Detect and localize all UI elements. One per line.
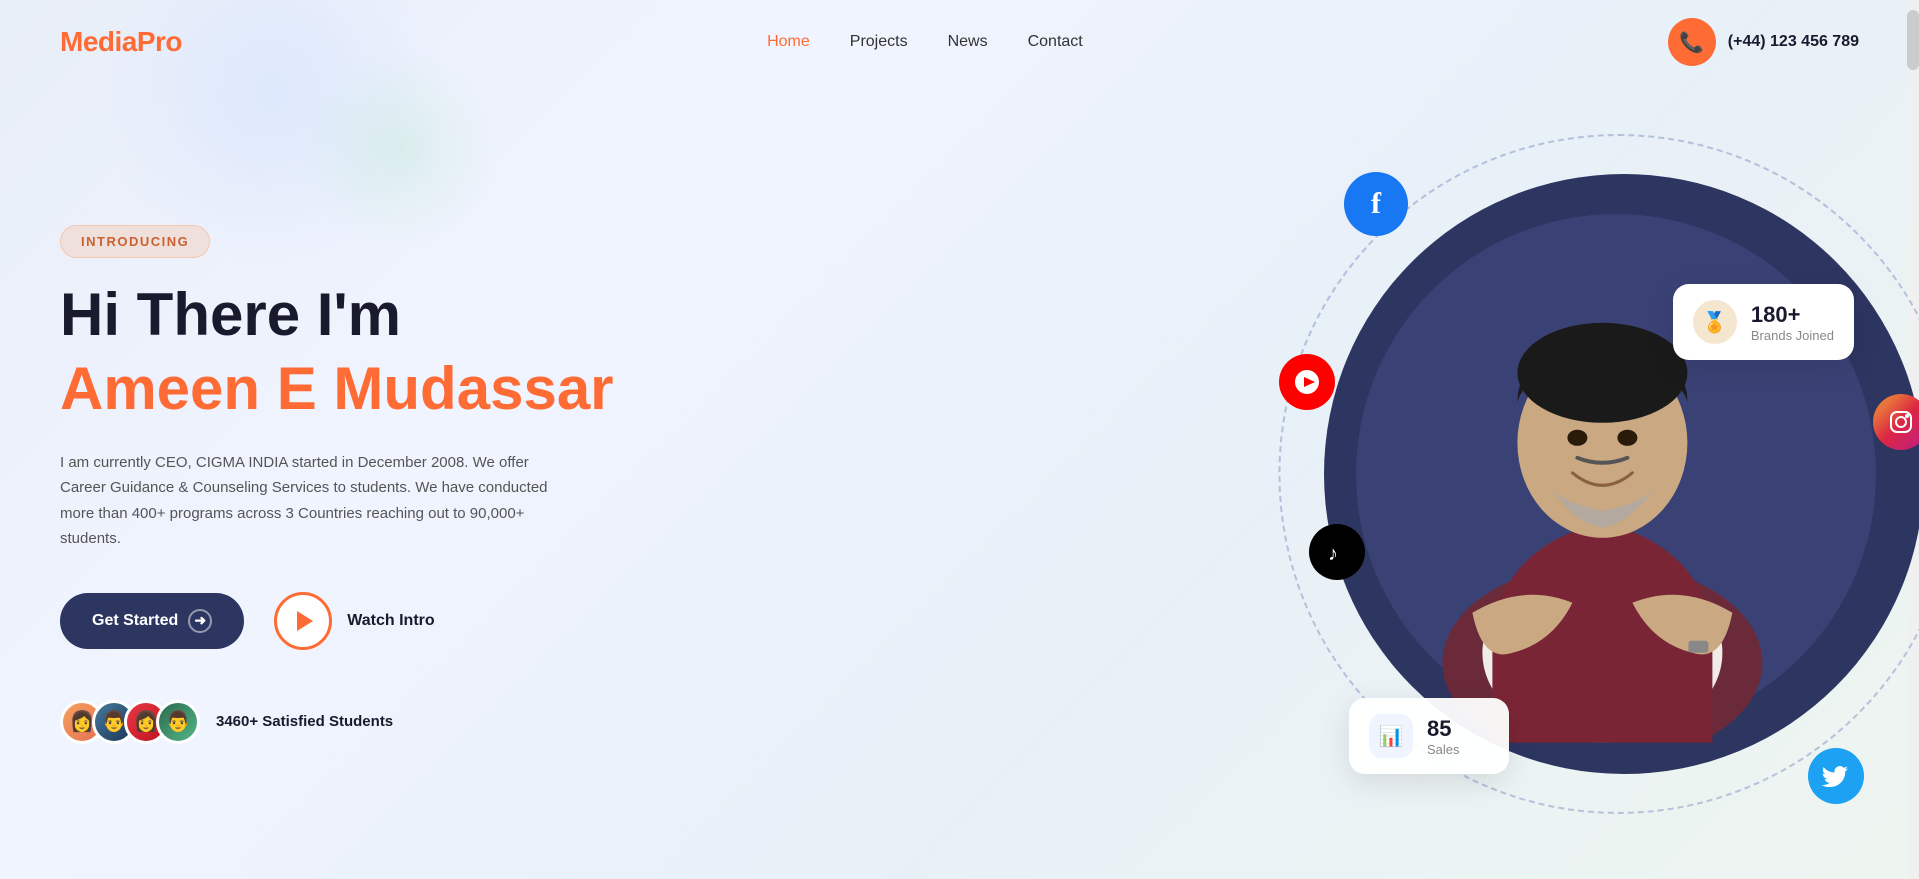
- nav-item-home[interactable]: Home: [767, 33, 810, 51]
- watch-intro-button[interactable]: Watch Intro: [274, 592, 434, 650]
- phone-icon: 📞: [1668, 18, 1716, 66]
- satisfied-students: 👩 👨 👩 👨 3460+ Satisfied Students: [60, 700, 760, 744]
- nav-link-news[interactable]: News: [948, 33, 988, 50]
- logo[interactable]: MediaPro: [60, 26, 182, 58]
- hero-name: Ameen E Mudassar: [60, 356, 760, 422]
- svg-text:♪: ♪: [1328, 543, 1338, 565]
- students-count: 3460+ Satisfied Students: [216, 713, 393, 730]
- tiktok-icon[interactable]: ♪: [1309, 524, 1365, 580]
- play-triangle-icon: [297, 611, 313, 631]
- sales-card: 📊 85 Sales: [1349, 698, 1509, 774]
- hero-buttons: Get Started ➜ Watch Intro: [60, 592, 760, 650]
- brands-card-icon: 🏅: [1693, 300, 1737, 344]
- nav-link-contact[interactable]: Contact: [1028, 33, 1083, 50]
- phone-number: (+44) 123 456 789: [1728, 33, 1859, 51]
- person-image: [1362, 183, 1842, 743]
- phone-section: 📞 (+44) 123 456 789: [1668, 18, 1859, 66]
- sales-card-content: 85 Sales: [1427, 716, 1460, 757]
- navbar: MediaPro Home Projects News Contact 📞 (+…: [0, 0, 1919, 84]
- sales-label: Sales: [1427, 742, 1460, 757]
- hero-left: INTRODUCING Hi There I'm Ameen E Mudassa…: [60, 225, 760, 744]
- hero-title-line1: Hi There I'm: [60, 282, 760, 348]
- get-started-button[interactable]: Get Started ➜: [60, 593, 244, 649]
- introducing-badge: INTRODUCING: [60, 225, 210, 258]
- nav-item-news[interactable]: News: [948, 33, 988, 51]
- logo-text-part1: Media: [60, 26, 137, 57]
- watch-intro-label: Watch Intro: [347, 612, 434, 630]
- youtube-icon[interactable]: [1279, 354, 1335, 410]
- logo-text-part2: Pro: [137, 26, 182, 57]
- nav-link-home[interactable]: Home: [767, 33, 810, 50]
- brands-number: 180+: [1751, 302, 1834, 328]
- hero-right: f ♪ 🏅: [1189, 84, 1919, 864]
- avatars-group: 👩 👨 👩 👨: [60, 700, 200, 744]
- hero-description: I am currently CEO, CIGMA INDIA started …: [60, 450, 560, 552]
- twitter-icon[interactable]: [1808, 748, 1864, 804]
- hero-section: INTRODUCING Hi There I'm Ameen E Mudassa…: [0, 84, 1919, 864]
- arrow-icon: ➜: [188, 609, 212, 633]
- nav-link-projects[interactable]: Projects: [850, 33, 908, 50]
- brands-card: 🏅 180+ Brands Joined: [1673, 284, 1854, 360]
- brands-card-content: 180+ Brands Joined: [1751, 302, 1834, 343]
- nav-item-projects[interactable]: Projects: [850, 33, 908, 51]
- nav-item-contact[interactable]: Contact: [1028, 33, 1083, 51]
- get-started-label: Get Started: [92, 612, 178, 630]
- sales-card-icon: 📊: [1369, 714, 1413, 758]
- nav-links: Home Projects News Contact: [767, 33, 1083, 51]
- play-button[interactable]: [274, 592, 332, 650]
- avatar-4: 👨: [156, 700, 200, 744]
- sales-number: 85: [1427, 716, 1460, 742]
- brands-label: Brands Joined: [1751, 328, 1834, 343]
- facebook-icon[interactable]: f: [1344, 172, 1408, 236]
